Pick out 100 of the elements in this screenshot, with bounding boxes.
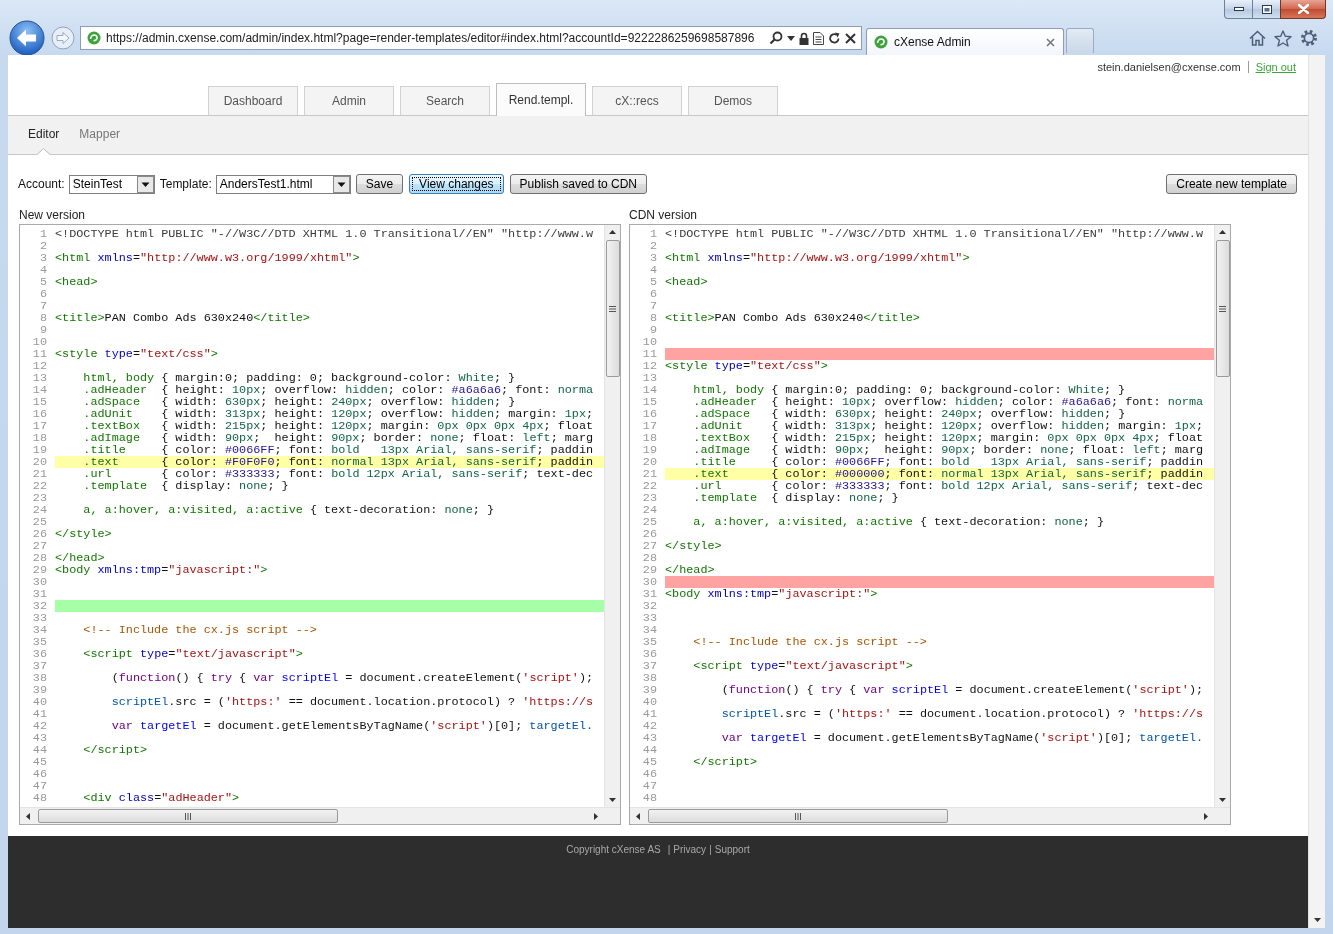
line-number: 8: [649, 311, 657, 325]
line-number: 27: [642, 539, 657, 553]
sub-tab[interactable]: Editor: [20, 116, 68, 154]
nav-tab[interactable]: Rend.templ.: [496, 83, 586, 116]
up-arrow-icon[interactable]: [1219, 230, 1226, 234]
site-icon: [874, 35, 888, 49]
star-icon[interactable]: [1274, 29, 1292, 47]
line-number: 38: [642, 671, 657, 685]
nav-tab[interactable]: cX::recs: [592, 86, 682, 115]
code-line: <script type="text/javascript">: [693, 660, 913, 672]
nav-tab[interactable]: Search: [400, 86, 490, 115]
line-number: 19: [642, 443, 657, 457]
maximize-icon: [1261, 4, 1272, 14]
refresh-icon[interactable]: [828, 31, 841, 45]
code-line: .template { display: none; }: [83, 480, 289, 492]
line-number: 15: [32, 395, 47, 409]
line-number: 9: [39, 323, 47, 337]
line-number: 39: [642, 683, 657, 697]
browser-tab[interactable]: cXense Admin: [866, 28, 1064, 55]
create-template-button[interactable]: Create new template: [1166, 174, 1297, 194]
code-line: </head>: [665, 564, 715, 576]
code-line: .text { color: #000000; font: normal 13px Arial, sans-serif; paddin: [693, 468, 1204, 480]
right-arrow-icon[interactable]: [1204, 812, 1208, 820]
user-email: stein.danielsen@cxense.com: [1097, 60, 1241, 73]
page-icon[interactable]: [813, 31, 824, 45]
address-bar[interactable]: https://admin.cxense.com/admin/index.html?page=render-templates/editor#index.html?accountId=9222286259698587896: [80, 26, 862, 50]
code-line: .url { color: #333333; font: bold 12px Arial, sans-serif; text-dec: [693, 480, 1204, 492]
scrollbar-thumb[interactable]: [648, 809, 948, 823]
line-number: 31: [32, 587, 47, 601]
scrollbar-thumb[interactable]: [605, 240, 620, 377]
line-number: 43: [642, 731, 657, 745]
down-arrow-icon[interactable]: [1219, 798, 1226, 802]
scrollbar-thumb[interactable]: [38, 809, 338, 823]
line-number: 35: [642, 635, 657, 649]
down-arrow-icon[interactable]: [1313, 918, 1321, 922]
line-number: 3: [649, 251, 657, 265]
line-number: 30: [32, 575, 47, 589]
code-line: .url { color: #333333; font: bold 12px Arial, sans-serif; text-dec: [83, 468, 594, 480]
line-number: 20: [642, 455, 657, 469]
account-select[interactable]: SteinTest: [68, 174, 155, 194]
code-line: <div class="adHeader">: [83, 792, 240, 804]
toolbar-button[interactable]: View changes: [409, 174, 504, 194]
search-icon[interactable]: [769, 31, 783, 45]
vertical-scrollbar[interactable]: [1214, 225, 1230, 807]
lock-icon[interactable]: [799, 31, 809, 45]
toolbar-button[interactable]: Save: [355, 174, 404, 194]
code-editor[interactable]: [629, 224, 1231, 825]
page-scrollbar[interactable]: [1308, 55, 1325, 928]
close-icon[interactable]: [845, 32, 856, 44]
scrollbar-thumb[interactable]: [1215, 240, 1230, 377]
maximize-button[interactable]: [1252, 0, 1280, 19]
line-number: 41: [642, 707, 657, 721]
line-number: 21: [642, 467, 657, 481]
code-line: <head>: [55, 276, 98, 288]
nav-tab[interactable]: Demos: [688, 86, 778, 115]
down-arrow-icon[interactable]: [609, 798, 616, 802]
code-line: .adUnit { width: 313px; height: 120px; overflow: hidden; margin: 1px;: [83, 408, 594, 420]
minimize-button[interactable]: [1224, 0, 1252, 19]
code-line: <body xmlns:tmp="javascript:">: [55, 564, 268, 576]
horizontal-scrollbar[interactable]: [630, 807, 1214, 824]
close-button[interactable]: [1280, 0, 1326, 19]
line-number: 15: [642, 395, 657, 409]
template-select[interactable]: AndersTest1.html: [215, 174, 351, 194]
link-separator: |: [667, 844, 671, 856]
up-arrow-icon[interactable]: [609, 230, 616, 234]
code-line: .text { color: #F0F0F0; font: normal 13px Arial, sans-serif; paddin: [83, 456, 594, 468]
code-editor[interactable]: [19, 224, 621, 825]
nav-tab[interactable]: Dashboard: [208, 86, 298, 115]
line-number: 28: [642, 551, 657, 565]
line-number: 26: [32, 527, 47, 541]
code-line: <html xmlns="http://www.w3.org/1999/xhtml">: [665, 252, 970, 264]
left-arrow-icon[interactable]: [26, 812, 30, 820]
code-line: (function() { try { var scriptEl = document.createElement('script');: [111, 672, 594, 684]
line-number: 13: [642, 371, 657, 385]
code-line: .title { color: #0066FF; font: bold 13px Arial, sans-serif; paddin: [83, 444, 594, 456]
line-number: 19: [32, 443, 47, 457]
code-line: .adHeader { height: 10px; overflow: hidden; color: #a6a6a6; font: norma: [83, 384, 594, 396]
right-arrow-icon[interactable]: [594, 812, 598, 820]
line-number: 38: [32, 671, 47, 685]
sub-tab[interactable]: Mapper: [71, 116, 129, 154]
grip-icon: [1219, 305, 1226, 312]
footer-link[interactable]: Support: [714, 844, 750, 856]
grip-icon: [795, 812, 801, 820]
nav-tab[interactable]: Admin: [304, 86, 394, 115]
back-button[interactable]: [9, 20, 45, 56]
code-line: <style type="text/css">: [55, 348, 218, 360]
caret-icon[interactable]: [787, 35, 795, 41]
grip-icon: [185, 812, 191, 820]
settings-icon[interactable]: [1300, 29, 1318, 47]
home-icon[interactable]: [1249, 30, 1266, 46]
line-number: 8: [39, 311, 47, 325]
toolbar-button[interactable]: Publish saved to CDN: [509, 174, 647, 194]
line-number: 14: [642, 383, 657, 397]
horizontal-scrollbar[interactable]: [20, 807, 604, 824]
pointer-icon: [37, 148, 51, 155]
left-arrow-icon[interactable]: [636, 812, 640, 820]
vertical-scrollbar[interactable]: [604, 225, 620, 807]
footer-link[interactable]: Privacy: [673, 844, 707, 856]
code-line: </script>: [693, 756, 758, 768]
line-number: 45: [32, 755, 47, 769]
